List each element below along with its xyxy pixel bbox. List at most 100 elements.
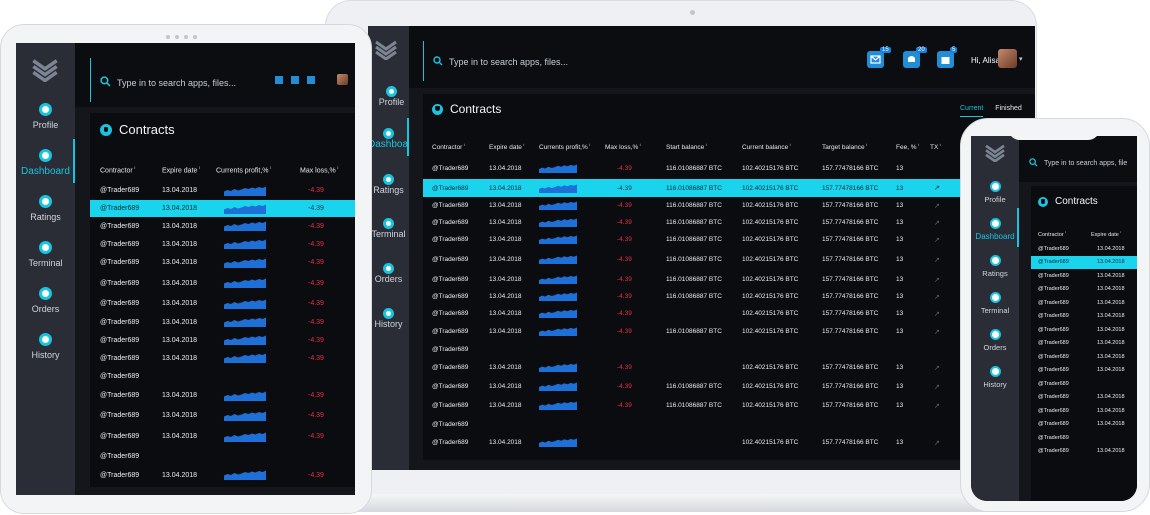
- avatar[interactable]: [998, 49, 1017, 68]
- user-greeting[interactable]: Hi, Alisa: [971, 56, 1000, 65]
- cell-maxloss: -4.39: [308, 412, 324, 419]
- table-row[interactable]: @Trader689 13.04.2018: [1031, 310, 1137, 324]
- sidebar-item-dashboard[interactable]: Dashboard: [971, 208, 1019, 247]
- sidebar-item-terminal[interactable]: Terminal: [971, 292, 1019, 315]
- table-row[interactable]: @Trader689 13.04.2018: [1031, 364, 1137, 378]
- avatar[interactable]: [337, 74, 348, 85]
- table-row[interactable]: @Trader689 13.04.2018 -4.39 116.01086887 BT…: [423, 288, 983, 305]
- table-row[interactable]: @Trader689: [90, 447, 355, 466]
- table-row[interactable]: @Trader689 13.04.2018 -4.39 116.01086887 BT…: [423, 179, 983, 197]
- tab-current[interactable]: Current: [960, 105, 984, 117]
- cell-expire: 13.04.2018: [489, 328, 522, 335]
- table-row[interactable]: @Trader689: [423, 415, 983, 434]
- table-row[interactable]: @Trader689 13.04.2018 102.40215176 BTC 157.…: [423, 434, 983, 451]
- table-row[interactable]: @Trader689 13.04.2018 -4.39 102.40215176 BT…: [423, 305, 983, 322]
- notifications-button[interactable]: [291, 76, 299, 84]
- sidebar-item-profile[interactable]: Profile: [16, 103, 75, 130]
- messages-button[interactable]: [867, 51, 884, 68]
- table-row[interactable]: @Trader689 13.04.2018 -4.39 102.40215176 BT…: [423, 358, 983, 377]
- table-row[interactable]: @Trader689 13.04.2018: [1031, 255, 1137, 269]
- col-contractor[interactable]: Contractor↕: [423, 136, 489, 158]
- table-row[interactable]: @Trader689 13.04.2018 -4.39: [90, 272, 355, 294]
- table-row[interactable]: @Trader689 13.04.2018 -4.39: [90, 200, 355, 217]
- table-row[interactable]: @Trader689 13.04.2018 -4.39: [90, 331, 355, 349]
- table-row[interactable]: @Trader689 13.04.2018 -4.39: [90, 181, 355, 200]
- sidebar-item-dashboard[interactable]: Dashboard: [368, 118, 417, 156]
- sidebar-item-orders[interactable]: Orders: [368, 263, 409, 284]
- tab-finished[interactable]: Finished: [995, 105, 1021, 112]
- sidebar-item-terminal[interactable]: Terminal: [368, 218, 409, 239]
- table-row[interactable]: @Trader689 13.04.2018 -4.39 116.01086887 BT…: [423, 377, 983, 396]
- table-row[interactable]: @Trader689: [90, 367, 355, 386]
- table-row[interactable]: @Trader689 13.04.2018: [1031, 337, 1137, 351]
- table-row[interactable]: @Trader689: [1031, 377, 1137, 391]
- cell-maxloss: -4.39: [308, 240, 324, 248]
- sidebar-item-history[interactable]: History: [16, 333, 75, 360]
- sidebar-item-orders[interactable]: Orders: [16, 287, 75, 314]
- cart-button[interactable]: [307, 76, 315, 84]
- table-row[interactable]: @Trader689 13.04.2018 -4.39 116.01086887 BT…: [423, 214, 983, 231]
- table-row[interactable]: @Trader689 13.04.2018: [1031, 418, 1137, 432]
- sidebar-item-orders[interactable]: Orders: [971, 329, 1019, 352]
- sidebar-item-profile[interactable]: Profile: [971, 181, 1019, 204]
- col-profit[interactable]: Currents profit,%↕: [216, 159, 288, 181]
- table-row[interactable]: @Trader689 13.04.2018 -4.39 116.01086887 BT…: [423, 231, 983, 248]
- sidebar-item-profile[interactable]: Profile: [368, 86, 409, 107]
- table-row[interactable]: @Trader689 13.04.2018 -4.39: [90, 405, 355, 426]
- table-row[interactable]: @Trader689 13.04.2018: [1031, 269, 1137, 283]
- table-row[interactable]: @Trader689 13.04.2018 -4.39: [90, 294, 355, 313]
- table-row[interactable]: @Trader689 13.04.2018: [1031, 391, 1137, 405]
- col-fee[interactable]: Fee, %↕: [884, 136, 930, 158]
- table-row[interactable]: @Trader689 13.04.2018: [1031, 350, 1137, 364]
- table-row[interactable]: @Trader689 13.04.2018 -4.39: [90, 253, 355, 272]
- table-row[interactable]: @Trader689 13.04.2018: [1031, 283, 1137, 297]
- sidebar-item-history[interactable]: History: [971, 366, 1019, 389]
- table-row[interactable]: @Trader689 13.04.2018: [1031, 296, 1137, 310]
- table-row[interactable]: @Trader689: [423, 341, 983, 358]
- col-current-balance[interactable]: Current balance↕: [734, 136, 810, 158]
- col-profit[interactable]: Currents profit,%↕: [539, 136, 605, 158]
- table-row[interactable]: @Trader689 13.04.2018: [1031, 242, 1137, 256]
- table-row[interactable]: @Trader689 13.04.2018 -4.39: [90, 217, 355, 235]
- sidebar-item-dashboard[interactable]: Dashboard: [16, 139, 75, 183]
- table-row[interactable]: @Trader689 13.04.2018 -4.39: [90, 349, 355, 367]
- table-row[interactable]: @Trader689 13.04.2018: [1031, 445, 1137, 459]
- search-input[interactable]: Type in to search apps, files...: [433, 56, 568, 68]
- table-row[interactable]: @Trader689 13.04.2018 -4.39: [90, 466, 355, 484]
- col-start-balance[interactable]: Start balance↕: [658, 136, 734, 158]
- col-maxloss[interactable]: Max loss,%↕: [288, 159, 355, 181]
- search-input[interactable]: Type in to search apps, file: [1029, 158, 1127, 169]
- sidebar-item-ratings[interactable]: Ratings: [971, 255, 1019, 278]
- table-row[interactable]: @Trader689 13.04.2018: [1031, 323, 1137, 337]
- table-row[interactable]: @Trader689 13.04.2018 -4.39 116.01086887 BT…: [423, 396, 983, 415]
- table-row[interactable]: @Trader689 13.04.2018 -4.39 116.01086887 BT…: [423, 248, 983, 271]
- search-input[interactable]: Type in to search apps, files...: [100, 76, 236, 89]
- col-contractor[interactable]: Contractor↕: [1031, 226, 1091, 242]
- col-expire[interactable]: Expire date↕: [489, 136, 539, 158]
- cell-target-balance: 157.77478166 BTC: [822, 256, 879, 263]
- page-title-text: Contracts: [450, 102, 502, 116]
- chevron-down-icon[interactable]: ▾: [1019, 55, 1023, 63]
- table-row[interactable]: @Trader689 13.04.2018 -4.39 116.01086887 BT…: [423, 322, 983, 341]
- col-maxloss[interactable]: Max loss,%↕: [605, 136, 658, 158]
- table-row[interactable]: @Trader689 13.04.2018 -4.39 116.01086887 BT…: [423, 197, 983, 214]
- table-row[interactable]: @Trader689 13.04.2018: [1031, 404, 1137, 418]
- table-row[interactable]: @Trader689 13.04.2018 -4.39: [90, 235, 355, 253]
- sidebar-item-ratings[interactable]: Ratings: [368, 174, 409, 195]
- messages-button[interactable]: [275, 76, 283, 84]
- col-target-balance[interactable]: Target balance↕: [810, 136, 884, 158]
- sidebar-item-history[interactable]: History: [368, 308, 409, 329]
- table-row[interactable]: @Trader689 13.04.2018 -4.39: [90, 313, 355, 331]
- sidebar-item-ratings[interactable]: Ratings: [16, 195, 75, 222]
- table-row[interactable]: @Trader689 13.04.2018 -4.39: [90, 426, 355, 447]
- table-row[interactable]: @Trader689 13.04.2018 -4.39 116.01086887 BT…: [423, 158, 983, 179]
- table-row[interactable]: @Trader689: [1031, 431, 1137, 445]
- table-row[interactable]: @Trader689 13.04.2018 -4.39 116.01086887 BT…: [423, 271, 983, 288]
- cart-button[interactable]: [937, 51, 954, 68]
- notifications-button[interactable]: [903, 51, 920, 68]
- col-contractor[interactable]: Contractor↕: [90, 159, 162, 181]
- table-row[interactable]: @Trader689 13.04.2018 -4.39: [90, 386, 355, 405]
- col-expire[interactable]: Expire date↕: [1091, 226, 1137, 242]
- sidebar-item-terminal[interactable]: Terminal: [16, 241, 75, 268]
- col-expire[interactable]: Expire date↕: [162, 159, 216, 181]
